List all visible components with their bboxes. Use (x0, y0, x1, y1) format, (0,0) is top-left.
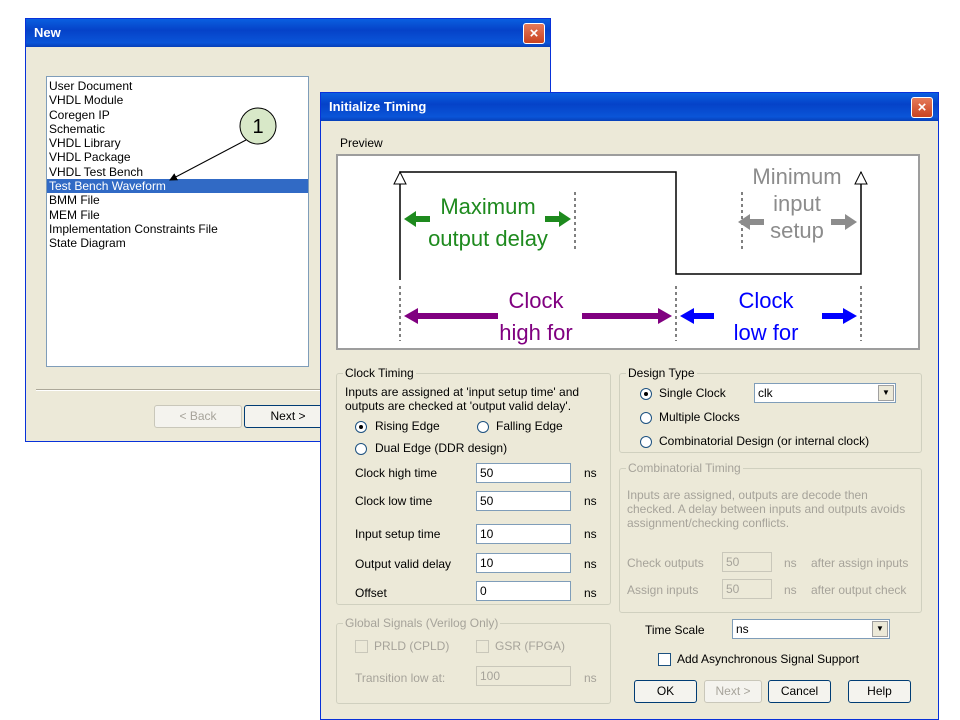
input-setup-time-input[interactable]: 10 (476, 524, 571, 544)
timing-preview: Maximum output delay Minimum input setup… (336, 154, 920, 350)
gsr-label[interactable]: GSR (FPGA) (495, 639, 565, 653)
combinatorial-radio[interactable] (640, 436, 652, 448)
check-outputs-unit: ns (784, 556, 797, 570)
max-output-delay-text-2: output delay (428, 226, 548, 251)
preview-label: Preview (340, 136, 383, 150)
falling-edge-radio[interactable] (477, 421, 489, 433)
clock-name-value: clk (758, 386, 773, 400)
output-valid-delay-label: Output valid delay (355, 557, 452, 571)
offset-label: Offset (355, 586, 387, 600)
assign-inputs-after: after output check (811, 583, 907, 597)
clock-name-combo[interactable]: clk ▼ (754, 383, 896, 403)
clock-high-text-1: Clock (508, 288, 564, 313)
clock-high-time-input[interactable]: 50 (476, 463, 571, 483)
clock-timing-group: Clock Timing Inputs are assigned at 'inp… (336, 366, 611, 605)
clock-high-annotation: Clock high for (404, 288, 672, 345)
single-clock-radio[interactable] (640, 388, 652, 400)
min-input-setup-text-1: Minimum (752, 164, 841, 189)
assign-inputs-input[interactable]: 50 (722, 579, 772, 599)
ok-button[interactable]: OK (634, 680, 697, 703)
async-signal-checkbox[interactable] (658, 653, 671, 666)
time-scale-label: Time Scale (645, 623, 705, 637)
offset-unit: ns (584, 586, 597, 600)
min-input-setup-text-3: setup (770, 218, 824, 243)
single-clock-label[interactable]: Single Clock (659, 386, 726, 400)
chevron-down-icon[interactable]: ▼ (878, 385, 894, 401)
clock-low-text-2: low for (734, 320, 799, 345)
design-type-legend: Design Type (626, 366, 697, 380)
check-outputs-after: after assign inputs (811, 556, 909, 570)
async-signal-label[interactable]: Add Asynchronous Signal Support (677, 652, 859, 666)
min-input-setup-annotation: Minimum input setup (738, 164, 857, 243)
dual-edge-radio[interactable] (355, 443, 367, 455)
clock-high-text-2: high for (499, 320, 572, 345)
cancel-button[interactable]: Cancel (768, 680, 831, 703)
global-signals-group: Global Signals (Verilog Only) PRLD (CPLD… (336, 616, 611, 704)
combinatorial-label[interactable]: Combinatorial Design (or internal clock) (659, 434, 869, 448)
global-signals-legend: Global Signals (Verilog Only) (343, 616, 501, 630)
next-button[interactable]: Next > (704, 680, 762, 703)
check-outputs-input[interactable]: 50 (722, 552, 772, 572)
transition-low-label: Transition low at: (355, 671, 446, 685)
clock-low-text-1: Clock (738, 288, 794, 313)
chevron-down-icon[interactable]: ▼ (872, 621, 888, 637)
check-outputs-label: Check outputs (627, 556, 704, 570)
multiple-clocks-radio[interactable] (640, 412, 652, 424)
help-button[interactable]: Help (848, 680, 911, 703)
combinatorial-desc-2: checked. A delay between inputs and outp… (627, 502, 906, 516)
close-icon[interactable]: × (911, 97, 933, 118)
transition-low-input[interactable]: 100 (476, 666, 571, 686)
combinatorial-timing-group: Combinatorial Timing Inputs are assigned… (619, 461, 922, 613)
min-input-setup-text-2: input (773, 191, 821, 216)
transition-low-unit: ns (584, 671, 597, 685)
assign-inputs-label: Assign inputs (627, 583, 699, 597)
time-scale-value: ns (736, 622, 749, 636)
clock-low-time-label: Clock low time (355, 494, 433, 508)
clock-high-time-unit: ns (584, 466, 597, 480)
combinatorial-desc-1: Inputs are assigned, outputs are decode … (627, 488, 868, 502)
clock-timing-legend: Clock Timing (343, 366, 416, 380)
clock-timing-desc-1: Inputs are assigned at 'input setup time… (345, 385, 580, 399)
output-valid-delay-unit: ns (584, 557, 597, 571)
timing-dialog-titlebar: Initialize Timing (321, 93, 938, 121)
prld-label[interactable]: PRLD (CPLD) (374, 639, 449, 653)
multiple-clocks-label[interactable]: Multiple Clocks (659, 410, 740, 424)
design-type-group: Design Type Single Clock clk ▼ Multiple … (619, 366, 922, 453)
gsr-checkbox[interactable] (476, 640, 489, 653)
callout-arrow (169, 139, 247, 181)
combinatorial-timing-legend: Combinatorial Timing (626, 461, 743, 475)
rising-edge-marker-1 (393, 170, 407, 185)
rising-edge-label[interactable]: Rising Edge (375, 419, 440, 433)
clock-high-time-label: Clock high time (355, 466, 438, 480)
rising-edge-radio[interactable] (355, 421, 367, 433)
max-output-delay-text-1: Maximum (440, 194, 535, 219)
offset-input[interactable]: 0 (476, 581, 571, 601)
timing-dialog-title: Initialize Timing (329, 99, 427, 114)
clock-low-time-unit: ns (584, 494, 597, 508)
clock-timing-desc-2: outputs are checked at 'output valid del… (345, 399, 572, 413)
combinatorial-desc-3: assignment/checking conflicts. (627, 516, 790, 530)
rising-edge-marker-2 (854, 170, 868, 185)
assign-inputs-unit: ns (784, 583, 797, 597)
initialize-timing-dialog: Initialize Timing × Preview Maximum outp… (320, 92, 939, 720)
clock-low-time-input[interactable]: 50 (476, 491, 571, 511)
prld-checkbox[interactable] (355, 640, 368, 653)
falling-edge-label[interactable]: Falling Edge (496, 419, 563, 433)
clock-low-annotation: Clock low for (680, 288, 857, 345)
time-scale-combo[interactable]: ns ▼ (732, 619, 890, 639)
dual-edge-label[interactable]: Dual Edge (DDR design) (375, 441, 507, 455)
callout-number: 1 (252, 116, 263, 138)
input-setup-time-unit: ns (584, 527, 597, 541)
input-setup-time-label: Input setup time (355, 527, 441, 541)
max-output-delay-annotation: Maximum output delay (404, 194, 571, 251)
output-valid-delay-input[interactable]: 10 (476, 553, 571, 573)
